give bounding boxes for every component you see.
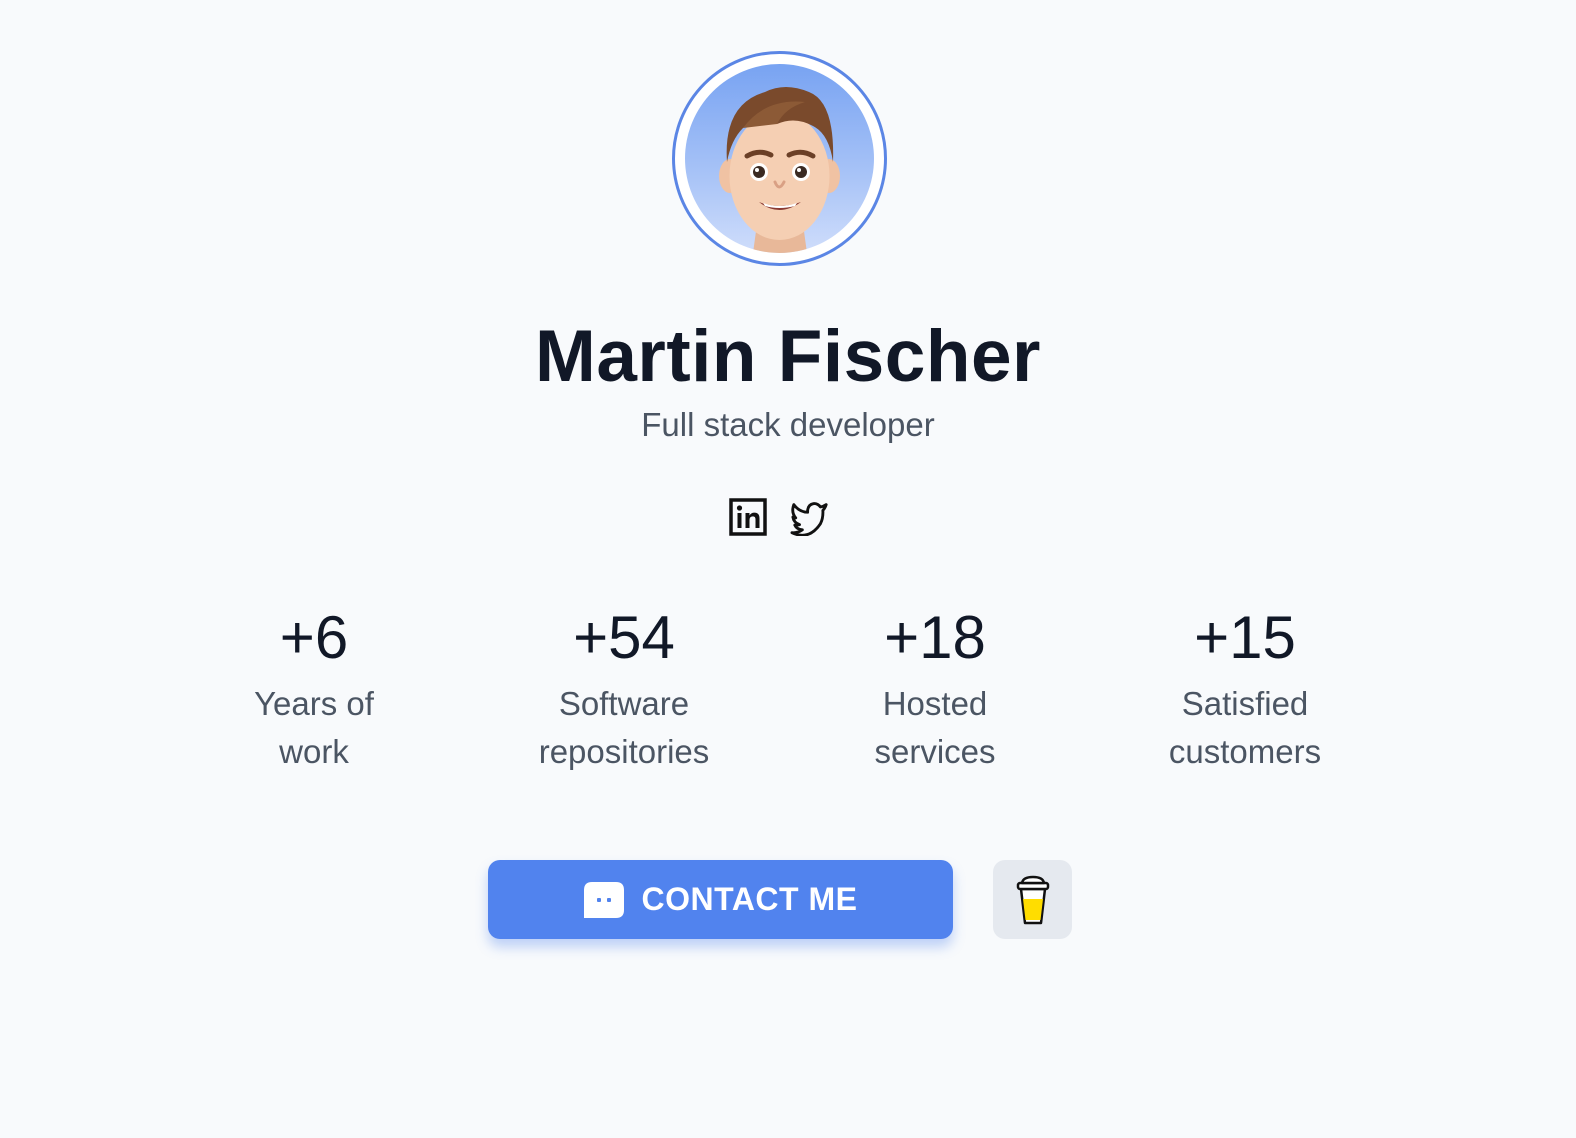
chat-icon (583, 881, 624, 918)
stat-repositories: +54 Software repositories (474, 600, 774, 776)
stat-label: Years of work (254, 685, 374, 770)
stat-services: +18 Hosted services (785, 600, 1085, 776)
buy-me-a-coffee-button[interactable] (993, 860, 1072, 939)
avatar-ring (672, 51, 887, 266)
twitter-icon (790, 502, 828, 536)
stat-years: +6 Years of work (164, 600, 464, 776)
social-links (728, 497, 830, 537)
contact-me-button[interactable]: CONTACT ME (488, 860, 953, 939)
profile-page: Martin Fischer Full stack developer +6 Y… (0, 0, 1576, 1138)
stat-label: Satisfied customers (1168, 685, 1322, 770)
stat-value: +18 (884, 604, 986, 671)
contact-me-label: CONTACT ME (641, 881, 858, 917)
avatar (685, 64, 874, 253)
twitter-link[interactable] (790, 497, 830, 537)
memoji-avatar (719, 87, 840, 253)
stat-value: +54 (573, 604, 675, 671)
linkedin-icon (729, 498, 767, 536)
stat-value: +15 (1194, 604, 1296, 671)
stat-label: Software repositories (538, 685, 710, 770)
stat-customers: +15 Satisfied customers (1095, 600, 1395, 776)
profile-role: Full stack developer (641, 406, 935, 443)
stat-value: +6 (279, 604, 349, 671)
coffee-cup-icon (1016, 875, 1049, 924)
stat-label: Hosted services (874, 685, 996, 770)
linkedin-link[interactable] (728, 497, 768, 537)
profile-name: Martin Fischer (535, 316, 1041, 397)
